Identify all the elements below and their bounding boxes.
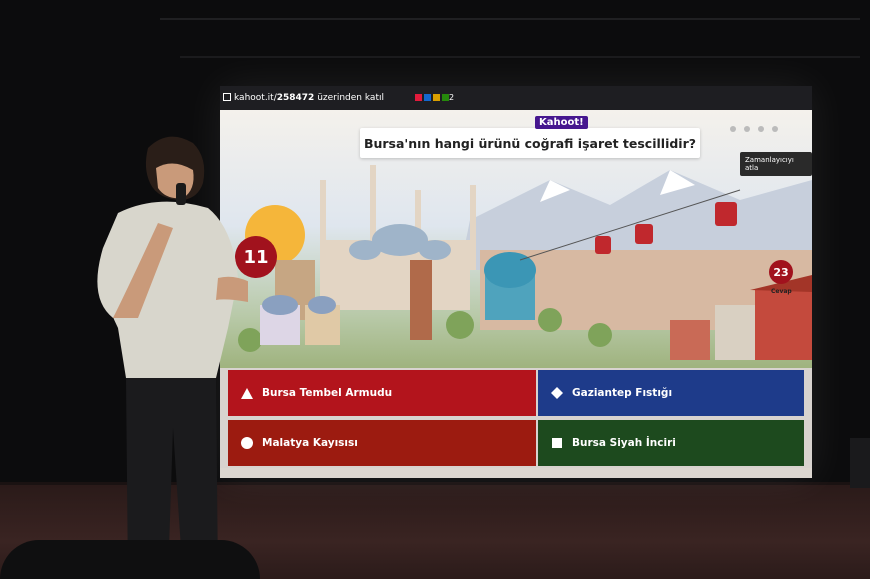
volume-icon[interactable] xyxy=(744,126,750,132)
fullscreen-icon[interactable] xyxy=(772,126,778,132)
answer-label: Gaziantep Fıstığı xyxy=(572,387,673,399)
screen-bottom-strip xyxy=(220,468,812,478)
kahoot-top-bar: kahoot.it/258472 üzerinden katıl 2 xyxy=(220,86,812,110)
answer-label: Malatya Kayısısı xyxy=(262,437,358,449)
projection-screen: kahoot.it/258472 üzerinden katıl 2 Bursa… xyxy=(220,86,812,478)
stage-monitor xyxy=(850,438,870,488)
answer-option-4[interactable]: Bursa Siyah İnciri xyxy=(538,420,804,466)
presenter xyxy=(97,136,248,579)
game-pin: 258472 xyxy=(276,93,315,103)
stage-rig-bar xyxy=(160,18,860,20)
player-count: 2 xyxy=(449,93,455,102)
answers-label: Cevap xyxy=(771,288,792,295)
question-text: Bursa'nın hangi ürünü coğrafi işaret tes… xyxy=(360,128,700,158)
stage-rig-bar-lower xyxy=(180,56,860,58)
answer-option-2[interactable]: Gaziantep Fıstığı xyxy=(538,370,804,416)
players-icon[interactable] xyxy=(730,126,736,132)
stage-speaker xyxy=(0,540,260,579)
settings-icon[interactable] xyxy=(758,126,764,132)
qr-code-icon xyxy=(223,93,231,101)
answer-label: Bursa Tembel Armudu xyxy=(262,387,393,399)
answer-label: Bursa Siyah İnciri xyxy=(572,437,676,449)
kahoot-logo: Kahoot! xyxy=(535,116,588,129)
answer-option-3[interactable]: Malatya Kayısısı xyxy=(228,420,536,466)
top-right-controls xyxy=(730,126,778,132)
answers-count: 23 xyxy=(769,260,793,284)
diamond-icon xyxy=(550,386,564,400)
square-icon xyxy=(550,436,564,450)
color-dots-icon xyxy=(415,94,449,101)
join-instructions: kahoot.it/258472 üzerinden katıl xyxy=(234,93,384,103)
answer-option-1[interactable]: Bursa Tembel Armudu xyxy=(228,370,536,416)
skip-timer-button[interactable]: Zamanlayıcıyı atla xyxy=(740,152,812,176)
